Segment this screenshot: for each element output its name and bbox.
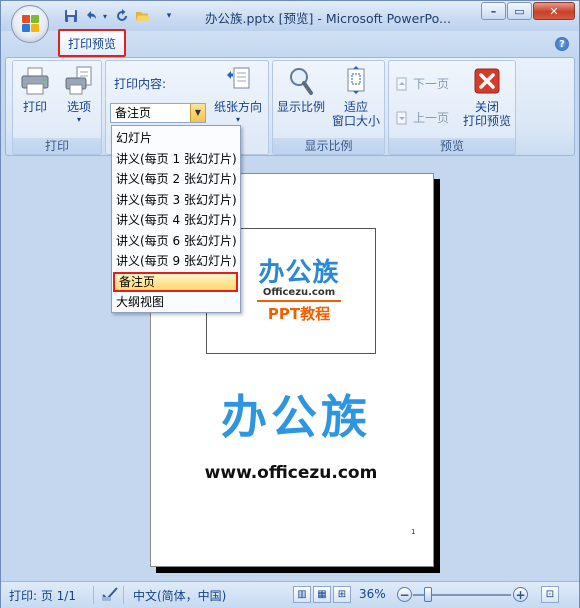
print-label: 打印 — [22, 100, 47, 114]
minimize-icon[interactable]: – — [481, 2, 506, 20]
dropdown-item[interactable]: 讲义(每页 9 张幻灯片) — [112, 251, 240, 272]
slide-logo-cn: 办公族 — [258, 258, 340, 288]
redo-icon[interactable] — [114, 8, 130, 24]
slideshow-view-icon[interactable]: ⊞ — [333, 586, 351, 603]
next-page-icon — [396, 77, 407, 90]
zoom-group: 显示比例 适应 窗口大小 显示比例 — [272, 60, 385, 155]
orientation-button[interactable]: 纸张方向 ▾ — [210, 65, 266, 126]
zoom-label: 显示比例 — [277, 100, 326, 114]
app-window: ▾ ▾ 办公族.pptx [预览] - Microsoft PowerPo...… — [0, 0, 580, 608]
print-group-label: 打印 — [13, 138, 101, 154]
slide-sorter-view-icon[interactable]: ▦ — [313, 586, 331, 603]
print-content-label: 打印内容: — [114, 77, 167, 91]
dropdown-item-selected[interactable]: 备注页 — [113, 271, 238, 292]
options-dropdown-icon: ▾ — [76, 115, 81, 124]
status-bar: 打印: 页 1/1 中文(简体，中国) ▥ ▦ ⊞ 36% − + ⊡ — [1, 581, 579, 608]
window-title: 办公族.pptx [预览] - Microsoft PowerPo... — [205, 11, 451, 26]
office-logo-icon — [22, 15, 40, 33]
window-controls: – ▭ ✕ — [480, 2, 575, 20]
zoom-button[interactable]: 显示比例 — [277, 65, 325, 114]
slide-logo-subtitle: PPT教程 — [267, 305, 331, 323]
options-button[interactable]: 选项 ▾ — [61, 65, 97, 126]
dropdown-item[interactable]: 讲义(每页 3 张幻灯片) — [112, 190, 240, 211]
fit-slide-icon[interactable]: ⊡ — [541, 586, 559, 603]
print-group: 打印 选项 ▾ 打印 — [12, 60, 102, 155]
status-divider — [93, 586, 94, 604]
dropdown-item[interactable]: 幻灯片 — [112, 128, 240, 149]
zoom-in-icon[interactable]: + — [513, 587, 528, 602]
print-options-icon — [63, 65, 95, 97]
printer-icon — [19, 65, 51, 97]
dropdown-item[interactable]: 大纲视图 — [112, 292, 240, 313]
notes-url: www.officezu.com — [204, 463, 378, 483]
preview-group: 下一页 上一页 关闭 打印预览 预览 — [388, 60, 516, 155]
print-content-value: 备注页 — [115, 106, 152, 120]
undo-dropdown-icon[interactable]: ▾ — [100, 8, 110, 24]
close-preview-icon — [471, 65, 503, 97]
print-content-dropdown: 幻灯片 讲义(每页 1 张幻灯片) 讲义(每页 2 张幻灯片) 讲义(每页 3 … — [111, 125, 241, 313]
slide-logo-divider — [257, 300, 341, 302]
close-preview-label-line2: 打印预览 — [462, 114, 511, 128]
language-indicator[interactable]: 中文(简体，中国) — [133, 587, 226, 604]
zoom-out-icon[interactable]: − — [397, 587, 412, 602]
dropdown-item[interactable]: 讲义(每页 4 张幻灯片) — [112, 210, 240, 231]
close-preview-label-line1: 关闭 — [474, 100, 499, 114]
zoom-level[interactable]: 36% — [359, 587, 386, 601]
office-button[interactable] — [11, 5, 49, 43]
fit-label-line2: 窗口大小 — [331, 114, 380, 128]
restore-icon[interactable]: ▭ — [507, 2, 532, 20]
dropdown-item[interactable]: 讲义(每页 2 张幻灯片) — [112, 169, 240, 190]
folder-open-icon[interactable] — [135, 8, 151, 24]
options-label: 选项 — [66, 100, 91, 114]
title-bar: ▾ ▾ 办公族.pptx [预览] - Microsoft PowerPo...… — [1, 1, 579, 31]
slide-logo-url: Officezu.com — [262, 287, 336, 298]
normal-view-icon[interactable]: ▥ — [293, 586, 311, 603]
status-divider — [123, 586, 124, 604]
next-page-button[interactable]: 下一页 — [395, 75, 449, 92]
magnifier-icon — [285, 65, 317, 97]
undo-icon[interactable] — [83, 8, 99, 24]
help-icon[interactable]: ? — [555, 37, 569, 51]
save-icon[interactable] — [63, 8, 79, 24]
preview-group-label: 预览 — [389, 138, 515, 154]
page-number: 1 — [411, 528, 416, 536]
spellcheck-icon[interactable] — [101, 586, 119, 605]
page-info: 打印: 页 1/1 — [9, 589, 76, 603]
customize-toolbar-icon[interactable]: ▾ — [164, 8, 174, 24]
dropdown-item[interactable]: 讲义(每页 6 张幻灯片) — [112, 231, 240, 252]
prev-page-label: 上一页 — [413, 111, 450, 125]
notes-logo: 办公族 — [221, 390, 371, 444]
zoom-slider-handle[interactable] — [424, 587, 432, 602]
close-preview-button[interactable]: 关闭 打印预览 — [461, 65, 513, 128]
page-orientation-icon — [222, 65, 254, 97]
zoom-group-label: 显示比例 — [273, 138, 384, 154]
prev-page-button[interactable]: 上一页 — [395, 109, 449, 126]
fit-window-icon — [340, 65, 372, 97]
dropdown-item[interactable]: 讲义(每页 1 张幻灯片) — [112, 149, 240, 170]
ribbon: 打印 选项 ▾ 打印 打印内容: 纸张方向 ▾ 显示比例 适应 窗口大小 显示比… — [5, 57, 575, 156]
slide-logo: 办公族 Officezu.com PPT教程 — [251, 259, 347, 324]
print-content-select[interactable]: 备注页 ▼ — [110, 103, 206, 123]
tab-print-preview[interactable]: 打印预览 — [58, 29, 126, 57]
orientation-label: 纸张方向 — [213, 100, 262, 114]
fit-to-window-button[interactable]: 适应 窗口大小 — [331, 65, 381, 128]
prev-page-icon — [396, 111, 407, 124]
next-page-label: 下一页 — [413, 77, 450, 91]
fit-label-line1: 适应 — [343, 100, 368, 114]
close-window-icon[interactable]: ✕ — [533, 2, 575, 20]
chevron-down-icon[interactable]: ▼ — [190, 104, 205, 122]
print-button[interactable]: 打印 — [19, 65, 51, 114]
